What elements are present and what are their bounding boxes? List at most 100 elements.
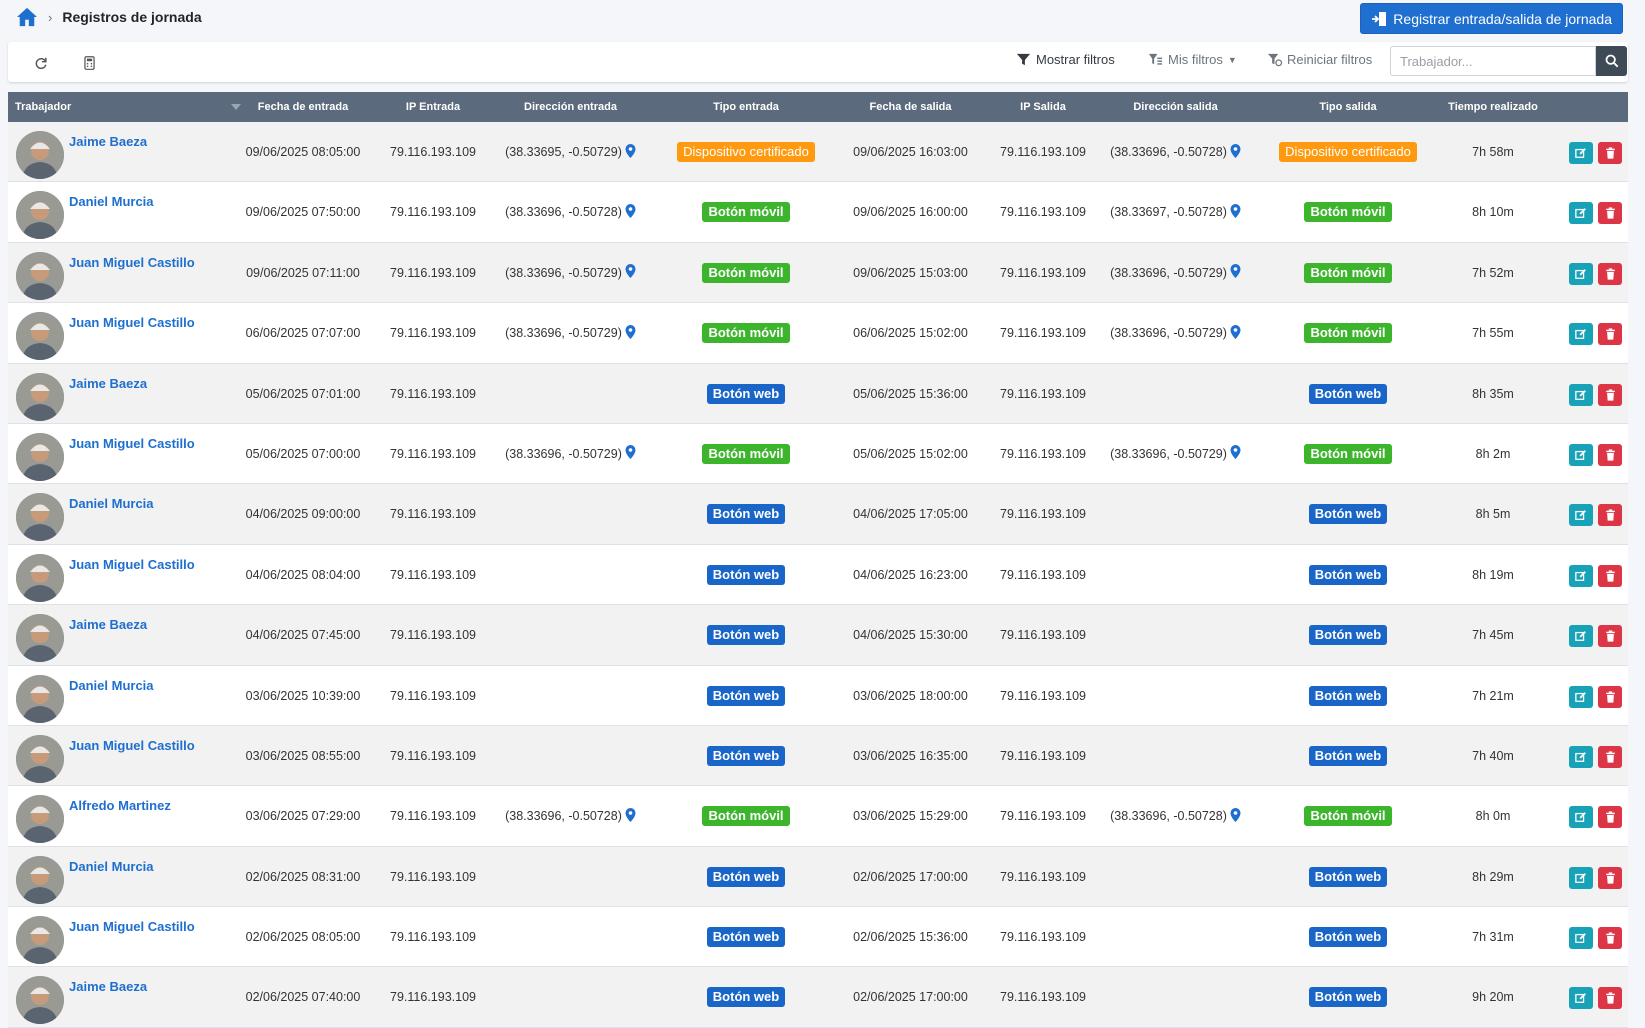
coordinates[interactable]: (38.33696, -0.50728) (505, 203, 636, 221)
entry-ip-cell-text: 79.116.193.109 (390, 869, 476, 884)
edit-button[interactable] (1569, 142, 1593, 164)
worker-search-input[interactable] (1390, 46, 1596, 76)
delete-button[interactable] (1598, 987, 1622, 1010)
entry-type-badge: Botón web (706, 564, 786, 585)
entry-type-badge: Botón web (706, 866, 786, 887)
worker-name-link[interactable]: Daniel Murcia (69, 678, 154, 693)
worker-name-link[interactable]: Juan Miguel Castillo (69, 436, 195, 451)
coordinates[interactable]: (38.33696, -0.50729) (1110, 264, 1241, 281)
edit-button[interactable] (1569, 443, 1593, 466)
edit-icon (1575, 208, 1586, 219)
delete-button[interactable] (1598, 323, 1622, 346)
coordinates[interactable]: (38.33696, -0.50728) (505, 807, 636, 825)
worker-name-link[interactable]: Juan Miguel Castillo (69, 557, 195, 572)
map-pin-icon[interactable] (1230, 445, 1241, 462)
col-header-in-ip[interactable]: IP Entrada (378, 92, 488, 122)
edit-button[interactable] (1569, 685, 1593, 708)
map-pin-icon[interactable] (625, 445, 636, 462)
coordinates[interactable]: (38.33696, -0.50728) (1110, 807, 1241, 825)
show-filters-button[interactable]: Mostrar filtros (1016, 52, 1115, 67)
worker-name-link[interactable]: Juan Miguel Castillo (69, 919, 195, 934)
time-worked-cell-text: 7h 40m (1472, 748, 1514, 763)
time-worked-cell-text: 8h 29m (1472, 869, 1514, 884)
entry-address-cell: (38.33695, -0.50729) (488, 122, 653, 182)
entry-type-badge: Botón web (706, 504, 786, 525)
map-pin-icon[interactable] (625, 324, 636, 342)
worker-name-link[interactable]: Daniel Murcia (69, 194, 154, 209)
edit-button[interactable] (1569, 202, 1593, 225)
col-header-out-type[interactable]: Tipo salida (1258, 92, 1438, 122)
delete-button[interactable] (1598, 927, 1622, 950)
edit-button[interactable] (1569, 383, 1593, 406)
col-header-out-date[interactable]: Fecha de salida (828, 92, 993, 122)
worker-name-link[interactable]: Jaime Baeza (69, 134, 147, 149)
refresh-icon[interactable] (32, 54, 50, 72)
delete-button[interactable] (1598, 202, 1622, 225)
col-header-in-address[interactable]: Dirección entrada (488, 92, 653, 122)
worker-name-link[interactable]: Alfredo Martinez (69, 798, 171, 813)
delete-button[interactable] (1598, 745, 1622, 768)
worker-name-link[interactable]: Juan Miguel Castillo (69, 738, 195, 753)
map-pin-icon[interactable] (625, 807, 636, 825)
coordinates[interactable]: (38.33696, -0.50728) (1110, 143, 1241, 161)
delete-button[interactable] (1598, 504, 1622, 527)
delete-button[interactable] (1598, 443, 1622, 466)
map-pin-icon[interactable] (1230, 143, 1241, 161)
reset-filters-button[interactable]: Reiniciar filtros (1267, 52, 1372, 67)
avatar (16, 795, 64, 844)
delete-button[interactable] (1598, 262, 1622, 285)
coordinates-text: (38.33696, -0.50729) (505, 446, 622, 461)
worker-name-link[interactable]: Juan Miguel Castillo (69, 255, 195, 270)
delete-button[interactable] (1598, 564, 1622, 587)
edit-button[interactable] (1569, 927, 1593, 950)
map-pin-icon[interactable] (625, 143, 636, 161)
edit-button[interactable] (1569, 625, 1593, 648)
coordinates[interactable]: (38.33695, -0.50729) (505, 143, 636, 161)
delete-button[interactable] (1598, 142, 1622, 164)
delete-button[interactable] (1598, 685, 1622, 708)
delete-button[interactable] (1598, 625, 1622, 648)
worker-name-link[interactable]: Juan Miguel Castillo (69, 315, 195, 330)
map-pin-icon[interactable] (1230, 264, 1241, 281)
edit-button[interactable] (1569, 504, 1593, 527)
col-header-in-date[interactable]: Fecha de entrada (223, 92, 383, 122)
edit-button[interactable] (1569, 564, 1593, 587)
worker-name-link[interactable]: Daniel Murcia (69, 859, 154, 874)
worker-name-link[interactable]: Jaime Baeza (69, 617, 147, 632)
delete-button[interactable] (1598, 383, 1622, 406)
coordinates[interactable]: (38.33696, -0.50729) (1110, 445, 1241, 462)
col-header-out-address[interactable]: Dirección salida (1093, 92, 1258, 122)
delete-button[interactable] (1598, 866, 1622, 889)
col-header-in-type[interactable]: Tipo entrada (656, 92, 836, 122)
calculator-icon[interactable] (80, 54, 98, 72)
map-pin-icon[interactable] (1230, 807, 1241, 825)
edit-button[interactable] (1569, 262, 1593, 285)
map-pin-icon[interactable] (625, 203, 636, 221)
edit-button[interactable] (1569, 745, 1593, 768)
map-pin-icon[interactable] (1230, 203, 1241, 221)
col-header-out-ip[interactable]: IP Salida (988, 92, 1098, 122)
edit-button[interactable] (1569, 987, 1593, 1010)
coordinates[interactable]: (38.33696, -0.50729) (505, 445, 636, 462)
col-header-time[interactable]: Tiempo realizado (1418, 92, 1568, 122)
col-header-worker[interactable]: Trabajador (15, 92, 215, 122)
my-filters-dropdown[interactable]: Mis filtros ▼ (1148, 52, 1237, 67)
edit-button[interactable] (1569, 866, 1593, 889)
chevron-right-icon: › (48, 9, 53, 25)
search-button[interactable] (1596, 46, 1627, 76)
coordinates[interactable]: (38.33696, -0.50729) (505, 264, 636, 281)
coordinates[interactable]: (38.33696, -0.50729) (505, 324, 636, 342)
delete-button[interactable] (1598, 806, 1622, 829)
home-icon[interactable] (16, 7, 38, 27)
map-pin-icon[interactable] (625, 264, 636, 281)
worker-name-link[interactable]: Jaime Baeza (69, 979, 147, 994)
coordinates[interactable]: (38.33696, -0.50729) (1110, 324, 1241, 342)
exit-ip-cell: 79.116.193.109 (988, 182, 1098, 242)
map-pin-icon[interactable] (1230, 324, 1241, 342)
register-entry-exit-button[interactable]: Registrar entrada/salida de jornada (1360, 3, 1623, 34)
edit-button[interactable] (1569, 806, 1593, 829)
coordinates[interactable]: (38.33697, -0.50728) (1110, 203, 1241, 221)
worker-name-link[interactable]: Jaime Baeza (69, 376, 147, 391)
worker-name-link[interactable]: Daniel Murcia (69, 496, 154, 511)
edit-button[interactable] (1569, 323, 1593, 346)
